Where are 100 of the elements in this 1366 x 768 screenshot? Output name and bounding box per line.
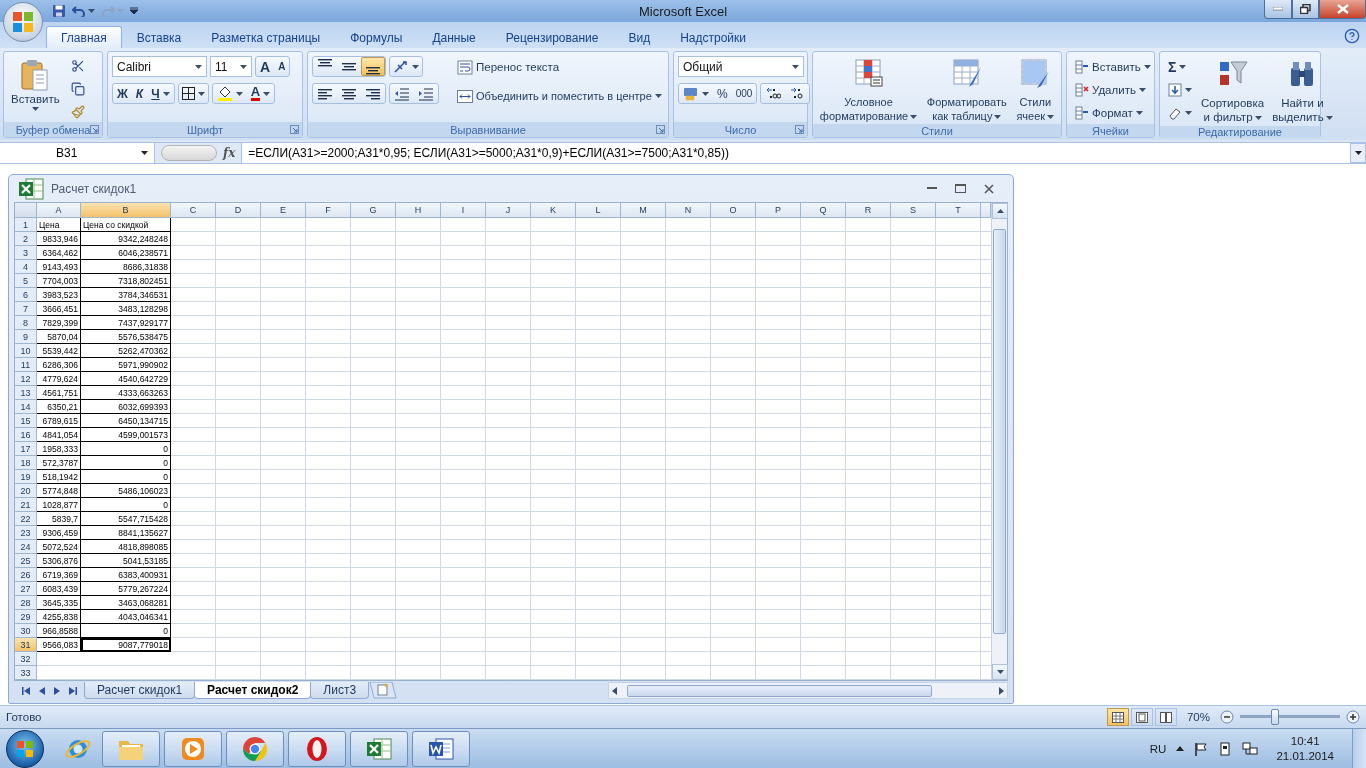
zoom-in-icon[interactable] <box>1346 710 1360 724</box>
customize-icon[interactable] <box>130 7 138 15</box>
row-header[interactable]: 17 <box>15 442 37 456</box>
row-header[interactable]: 18 <box>15 456 37 470</box>
row-header[interactable]: 24 <box>15 540 37 554</box>
column-header[interactable]: T <box>936 203 981 218</box>
row-header[interactable]: 5 <box>15 274 37 288</box>
styles-button[interactable]: Форматировать как таблицу <box>925 56 1008 124</box>
view-button[interactable] <box>1130 708 1153 726</box>
maximize-icon[interactable] <box>955 184 966 193</box>
view-button[interactable] <box>1106 708 1129 726</box>
row-header[interactable]: 29 <box>15 610 37 624</box>
row-header[interactable]: 4 <box>15 260 37 274</box>
column-header[interactable]: K <box>531 203 576 218</box>
styles-button[interactable]: Условное форматирование <box>818 56 919 124</box>
dialog-launcher-icon[interactable] <box>656 125 665 134</box>
styles-button[interactable]: Стили ячеек <box>1015 56 1056 124</box>
column-header[interactable]: S <box>891 203 936 218</box>
row-header[interactable]: 25 <box>15 554 37 568</box>
paste-button[interactable]: Вставить <box>8 56 63 113</box>
column-header[interactable]: B <box>81 203 171 218</box>
column-header[interactable]: J <box>486 203 531 218</box>
sheet-tab[interactable]: Расчет скидок2 <box>194 682 312 699</box>
zoom-out-icon[interactable] <box>1220 710 1234 724</box>
taskbar-button[interactable] <box>288 730 346 767</box>
cells-button[interactable]: Удалить <box>1071 79 1150 101</box>
device-icon[interactable] <box>1218 741 1233 756</box>
ribbon-tab[interactable]: Данные <box>417 26 491 48</box>
font-color-button[interactable]: A <box>246 84 275 103</box>
row-header[interactable]: 32 <box>15 652 37 666</box>
ribbon-tab[interactable]: Вид <box>613 26 666 48</box>
column-header[interactable]: P <box>756 203 801 218</box>
row-header[interactable]: 30 <box>15 624 37 638</box>
underline-button[interactable]: Ч <box>147 84 174 103</box>
restore-button[interactable] <box>1292 0 1319 19</box>
row-header[interactable]: 27 <box>15 582 37 596</box>
row-header[interactable]: 28 <box>15 596 37 610</box>
row-header[interactable]: 12 <box>15 372 37 386</box>
minimize-icon[interactable] <box>927 187 937 190</box>
column-header[interactable]: H <box>396 203 441 218</box>
autosum-button[interactable]: Σ <box>1164 56 1191 78</box>
font-name-field[interactable]: Calibri <box>112 56 207 77</box>
column-header[interactable]: L <box>576 203 621 218</box>
row-header[interactable]: 6 <box>15 288 37 302</box>
horizontal-scrollbar[interactable] <box>608 682 1008 699</box>
row-header[interactable]: 1 <box>15 218 37 232</box>
column-header[interactable]: F <box>306 203 351 218</box>
taskbar-button[interactable] <box>412 730 470 767</box>
zoom-slider-thumb[interactable] <box>1271 709 1279 725</box>
vertical-scrollbar[interactable] <box>991 203 1007 680</box>
orientation-button[interactable] <box>389 56 423 77</box>
flag-icon[interactable] <box>1194 741 1209 756</box>
ribbon-tab[interactable]: Главная <box>46 26 122 48</box>
row-header[interactable]: 22 <box>15 512 37 526</box>
column-header[interactable]: Q <box>801 203 846 218</box>
ribbon-tab[interactable]: Рецензирование <box>490 26 614 48</box>
row-header[interactable]: 19 <box>15 470 37 484</box>
network-icon[interactable] <box>1242 741 1259 756</box>
undo-icon[interactable] <box>72 5 86 17</box>
column-header[interactable]: R <box>846 203 891 218</box>
row-header[interactable]: 13 <box>15 386 37 400</box>
column-header[interactable]: E <box>261 203 306 218</box>
ribbon-tab[interactable]: Формулы <box>335 26 418 48</box>
vertical-align-button[interactable] <box>361 57 385 76</box>
close-icon[interactable] <box>984 183 994 194</box>
row-header[interactable]: 3 <box>15 246 37 260</box>
previous-sheet-icon[interactable] <box>39 686 45 695</box>
row-header[interactable]: 31 <box>15 638 37 652</box>
shrink-font-button[interactable]: A <box>274 57 290 76</box>
last-sheet-icon[interactable] <box>69 686 77 695</box>
formula-bar-handle[interactable] <box>161 145 217 161</box>
sort-filter-button[interactable]: Сортировка и фильтр <box>1198 56 1268 126</box>
row-header[interactable]: 2 <box>15 232 37 246</box>
column-header[interactable]: N <box>666 203 711 218</box>
row-header[interactable]: 15 <box>15 414 37 428</box>
find-select-button[interactable]: Найти и выделить <box>1269 56 1336 126</box>
insert-function-button[interactable]: fx <box>223 146 236 160</box>
ribbon-tab[interactable]: Разметка страницы <box>196 26 336 48</box>
wrap-text-button[interactable]: Перенос текста <box>453 56 564 78</box>
view-button[interactable] <box>1154 708 1177 726</box>
taskbar-button[interactable] <box>350 730 408 767</box>
number-format-field[interactable]: Общий <box>678 56 804 77</box>
row-header[interactable]: 14 <box>15 400 37 414</box>
percent-button[interactable]: % <box>713 84 732 103</box>
bold-button[interactable]: Ж <box>113 84 132 103</box>
taskbar-button[interactable] <box>164 730 222 767</box>
first-sheet-icon[interactable] <box>22 686 30 695</box>
help-icon[interactable] <box>1344 28 1360 44</box>
cells-button[interactable]: Вставить <box>1071 56 1155 78</box>
name-box[interactable]: B31 <box>0 143 155 163</box>
dialog-launcher-icon[interactable] <box>290 125 299 134</box>
row-header[interactable]: 21 <box>15 498 37 512</box>
borders-button[interactable] <box>177 83 209 104</box>
row-header[interactable]: 8 <box>15 316 37 330</box>
row-header[interactable]: 23 <box>15 526 37 540</box>
row-header[interactable]: 10 <box>15 344 37 358</box>
next-sheet-icon[interactable] <box>54 686 60 695</box>
column-header[interactable]: C <box>171 203 216 218</box>
scroll-down-icon[interactable] <box>996 670 1004 674</box>
scroll-up-icon[interactable] <box>996 209 1004 213</box>
